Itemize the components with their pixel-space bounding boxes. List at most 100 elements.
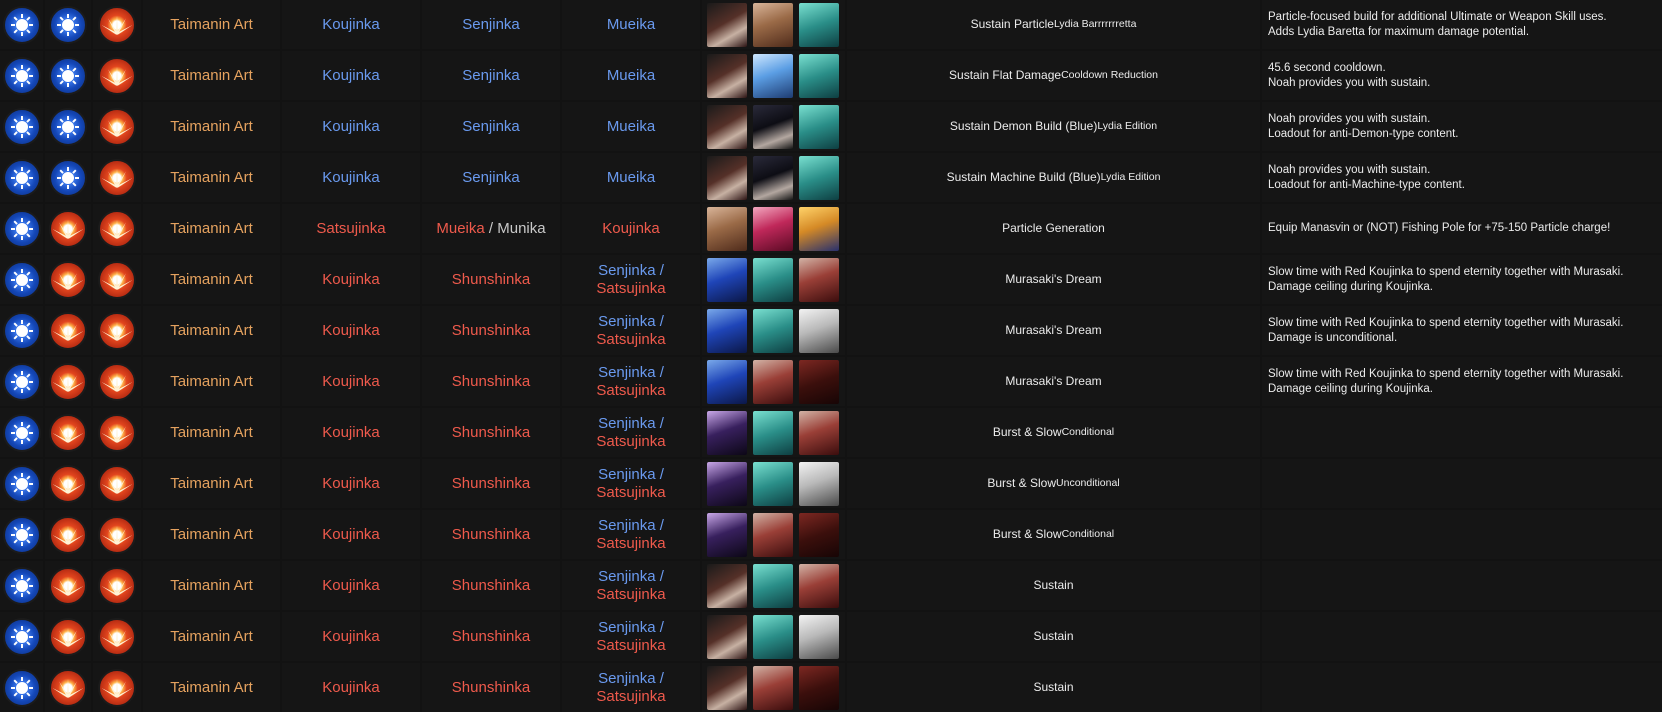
note-line: Adds Lydia Baretta for maximum damage po… bbox=[1268, 25, 1530, 38]
build-subtitle: Unconditional bbox=[1056, 477, 1120, 490]
special-2: Koujinka bbox=[282, 612, 420, 661]
red-flame-orb-icon bbox=[98, 5, 136, 44]
teal-haired-girl-portrait bbox=[753, 614, 793, 659]
purple-haired-girl-portrait bbox=[707, 461, 747, 506]
light-blue-haired-girl-portrait bbox=[753, 53, 793, 98]
blue-armored-girl-portrait bbox=[707, 308, 747, 353]
orb-cell bbox=[45, 663, 91, 712]
notes-cell bbox=[1262, 510, 1662, 559]
special-label: Satsujinka bbox=[596, 279, 666, 297]
notes-cell bbox=[1262, 561, 1662, 610]
red-flame-orb-icon bbox=[98, 260, 136, 299]
build-title: Sustain Machine Build (Blue) bbox=[946, 170, 1101, 185]
build-subtitle: Conditional bbox=[1061, 426, 1115, 439]
blue-ring-orb-icon bbox=[49, 107, 87, 146]
orb-cell bbox=[93, 612, 141, 661]
portraits-cell bbox=[702, 561, 845, 610]
special-1: Taimanin Art bbox=[143, 255, 280, 304]
build-title: Sustain bbox=[1033, 629, 1074, 644]
red-flame-orb-icon bbox=[98, 209, 136, 248]
orb-cell bbox=[45, 102, 91, 151]
hooded-girl-portrait bbox=[753, 512, 793, 557]
special-label: Senjinka / bbox=[598, 517, 664, 535]
notes-cell: Slow time with Red Koujinka to spend ete… bbox=[1262, 357, 1662, 406]
orb-cell bbox=[45, 255, 91, 304]
orb-cell bbox=[93, 459, 141, 508]
notes-cell: Equip Manasvin or (NOT) Fishing Pole for… bbox=[1262, 204, 1662, 253]
dark-haired-fighter-portrait bbox=[707, 665, 747, 710]
special-4: Mueika bbox=[562, 0, 700, 49]
special-2: Koujinka bbox=[282, 408, 420, 457]
notes-cell: Slow time with Red Koujinka to spend ete… bbox=[1262, 255, 1662, 304]
black-haired-girl-portrait bbox=[753, 104, 793, 149]
special-4: Senjinka / Satsujinka bbox=[562, 561, 700, 610]
special-label: Senjinka / bbox=[598, 415, 664, 433]
orb-cell bbox=[0, 357, 43, 406]
special-4: Koujinka bbox=[562, 204, 700, 253]
orb-cell bbox=[45, 0, 91, 49]
teal-haired-girl-portrait bbox=[753, 410, 793, 455]
special-3: Senjinka bbox=[422, 102, 560, 151]
special-label: Koujinka bbox=[322, 627, 380, 645]
special-label: Satsujinka bbox=[596, 483, 666, 501]
special-label: Taimanin Art bbox=[170, 372, 253, 390]
orb-cell bbox=[93, 51, 141, 100]
orb-cell bbox=[45, 306, 91, 355]
special-label: Taimanin Art bbox=[170, 525, 253, 543]
blue-ring-orb-icon bbox=[2, 413, 41, 452]
special-2: Koujinka bbox=[282, 561, 420, 610]
red-flame-orb-icon bbox=[98, 362, 136, 401]
special-label: Satsujinka bbox=[596, 636, 666, 654]
special-4: Senjinka / Satsujinka bbox=[562, 306, 700, 355]
orb-cell bbox=[45, 204, 91, 253]
special-label: Shunshinka bbox=[451, 525, 531, 543]
build-subtitle: Cooldown Reduction bbox=[1061, 69, 1158, 82]
build-title: Sustain bbox=[1033, 578, 1074, 593]
orb-cell bbox=[0, 306, 43, 355]
red-flame-orb-icon bbox=[49, 413, 87, 452]
special-label: Koujinka bbox=[322, 423, 380, 441]
teal-haired-girl-portrait bbox=[753, 563, 793, 608]
blue-ring-orb-icon bbox=[49, 56, 87, 95]
red-flame-orb-icon bbox=[49, 515, 87, 554]
special-label: Senjinka / bbox=[598, 262, 664, 280]
build-title: Burst & Slow bbox=[987, 476, 1057, 491]
teal-haired-girl-portrait bbox=[799, 155, 839, 200]
note-line: Noah provides you with sustain. bbox=[1268, 163, 1431, 176]
build-title-cell: Sustain bbox=[847, 612, 1260, 661]
build-title-cell: Burst & Slow Conditional bbox=[847, 408, 1260, 457]
special-label: Senjinka / bbox=[598, 364, 664, 382]
build-subtitle: Conditional bbox=[1061, 528, 1115, 541]
special-label: / bbox=[484, 219, 498, 237]
special-label: Koujinka bbox=[322, 474, 380, 492]
blue-ring-orb-icon bbox=[2, 260, 41, 299]
special-label: Koujinka bbox=[322, 678, 380, 696]
red-flame-orb-icon bbox=[98, 617, 136, 656]
blue-armored-girl-portrait bbox=[707, 359, 747, 404]
special-label: Munika bbox=[497, 219, 546, 237]
special-label: Taimanin Art bbox=[170, 168, 253, 186]
crimson-haired-girl-portrait bbox=[799, 512, 839, 557]
orb-cell bbox=[45, 459, 91, 508]
special-label: Koujinka bbox=[322, 15, 380, 33]
blue-ring-orb-icon bbox=[2, 362, 41, 401]
orb-cell bbox=[0, 459, 43, 508]
orb-cell bbox=[93, 306, 141, 355]
red-flame-orb-icon bbox=[49, 668, 87, 707]
special-2: Koujinka bbox=[282, 51, 420, 100]
orb-cell bbox=[45, 408, 91, 457]
red-flame-orb-icon bbox=[49, 311, 87, 350]
teal-haired-girl-portrait bbox=[799, 2, 839, 47]
portraits-cell bbox=[702, 663, 845, 712]
special-label: Senjinka / bbox=[598, 619, 664, 637]
special-2: Koujinka bbox=[282, 510, 420, 559]
build-title-cell: Murasaki's Dream bbox=[847, 357, 1260, 406]
special-label: Taimanin Art bbox=[170, 576, 253, 594]
special-label: Shunshinka bbox=[451, 270, 531, 288]
portraits-cell bbox=[702, 255, 845, 304]
note-line: 45.6 second cooldown. bbox=[1268, 61, 1386, 74]
white-haired-girl-portrait bbox=[799, 461, 839, 506]
special-1: Taimanin Art bbox=[143, 561, 280, 610]
note-line: Particle-focused build for additional Ul… bbox=[1268, 10, 1607, 23]
special-label: Koujinka bbox=[322, 525, 380, 543]
